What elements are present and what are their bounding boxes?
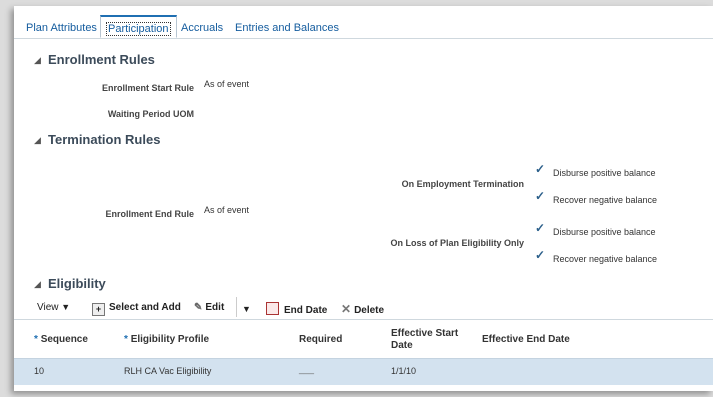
select-and-add-button[interactable]: + Select and Add — [92, 302, 181, 316]
column-header-sequence-label: Sequence — [40, 334, 88, 345]
checkmark-icon: ✓ — [535, 248, 546, 262]
enrollment-end-rule-label: Enrollment End Rule — [105, 209, 194, 219]
tab-accruals[interactable]: Accruals — [181, 22, 223, 34]
tab-participation-label: Participation — [106, 22, 171, 36]
edit-button[interactable]: ✎ Edit — [194, 302, 224, 313]
tab-entries-and-balances[interactable]: Entries and Balances — [235, 22, 339, 34]
recover-option-loss: Recover negative balance — [553, 254, 658, 264]
view-menu-label: View — [37, 302, 59, 313]
column-header-eligibility-profile-label: Eligibility Profile — [130, 334, 210, 345]
tab-participation[interactable]: Participation — [100, 15, 177, 38]
collapse-triangle-icon[interactable]: ◢ — [34, 135, 41, 146]
select-and-add-icon: + — [92, 303, 105, 316]
column-header-effective-end-date[interactable]: Effective End Date — [482, 334, 570, 345]
column-header-sequence[interactable]: * Sequence — [34, 334, 88, 345]
cell-eligibility-profile[interactable]: RLH CA Vac Eligibility — [124, 366, 211, 376]
delete-label: Delete — [354, 305, 385, 316]
select-and-add-label: Select and Add — [109, 302, 181, 313]
end-date-label: End Date — [284, 305, 328, 316]
table-top-border — [14, 319, 713, 320]
enrollment-start-rule-value: As of event — [204, 79, 250, 89]
delete-x-icon: ✕ — [341, 302, 352, 316]
termination-rules-heading: Termination Rules — [48, 132, 161, 147]
eligibility-heading: Eligibility — [48, 276, 106, 291]
column-header-effective-start-line2: Date — [391, 340, 413, 351]
toolbar-divider — [236, 297, 237, 317]
enrollment-rules-heading: Enrollment Rules — [48, 52, 155, 67]
more-actions-dropdown[interactable]: ▼ — [242, 304, 251, 314]
disburse-option-employment: Disburse positive balance — [553, 168, 656, 178]
end-date-button[interactable]: End Date — [266, 302, 327, 316]
collapse-triangle-icon[interactable]: ◢ — [34, 279, 41, 290]
checkmark-icon: ✓ — [535, 162, 546, 176]
enrollment-start-rule-label: Enrollment Start Rule — [101, 83, 194, 93]
tab-plan-attributes[interactable]: Plan Attributes — [26, 22, 97, 34]
cell-required[interactable]: ___ — [299, 364, 314, 374]
column-header-eligibility-profile[interactable]: * Eligibility Profile — [124, 334, 209, 345]
participation-panel: Plan Attributes Participation Accruals E… — [14, 6, 713, 391]
delete-button[interactable]: ✕ Delete — [341, 302, 384, 316]
on-loss-of-plan-eligibility-label: On Loss of Plan Eligibility Only — [390, 238, 524, 248]
tab-bar: Plan Attributes Participation Accruals E… — [14, 6, 713, 39]
waiting-period-uom-label: Waiting Period UOM — [107, 109, 194, 119]
enrollment-end-rule-value: As of event — [204, 205, 250, 215]
cell-sequence: 10 — [34, 366, 45, 376]
edit-label: Edit — [205, 302, 225, 313]
column-header-required[interactable]: Required — [299, 334, 342, 345]
checkmark-icon: ✓ — [535, 189, 546, 203]
required-marker: * — [34, 334, 38, 345]
column-header-effective-start-line1: Effective Start — [391, 328, 459, 339]
on-employment-termination-label: On Employment Termination — [401, 179, 524, 189]
table-row[interactable] — [14, 358, 713, 385]
required-marker: * — [124, 334, 128, 345]
disburse-option-loss: Disburse positive balance — [553, 227, 656, 237]
view-menu[interactable]: View ▼ — [37, 302, 70, 313]
recover-option-employment: Recover negative balance — [553, 195, 658, 205]
cell-effective-start-date: 1/1/10 — [391, 366, 417, 376]
checkmark-icon: ✓ — [535, 221, 546, 235]
column-header-effective-start-date[interactable]: Effective Start Date — [391, 328, 458, 352]
calendar-icon — [266, 302, 279, 315]
pencil-icon: ✎ — [194, 302, 203, 313]
chevron-down-icon: ▼ — [61, 302, 71, 312]
collapse-triangle-icon[interactable]: ◢ — [34, 55, 41, 66]
